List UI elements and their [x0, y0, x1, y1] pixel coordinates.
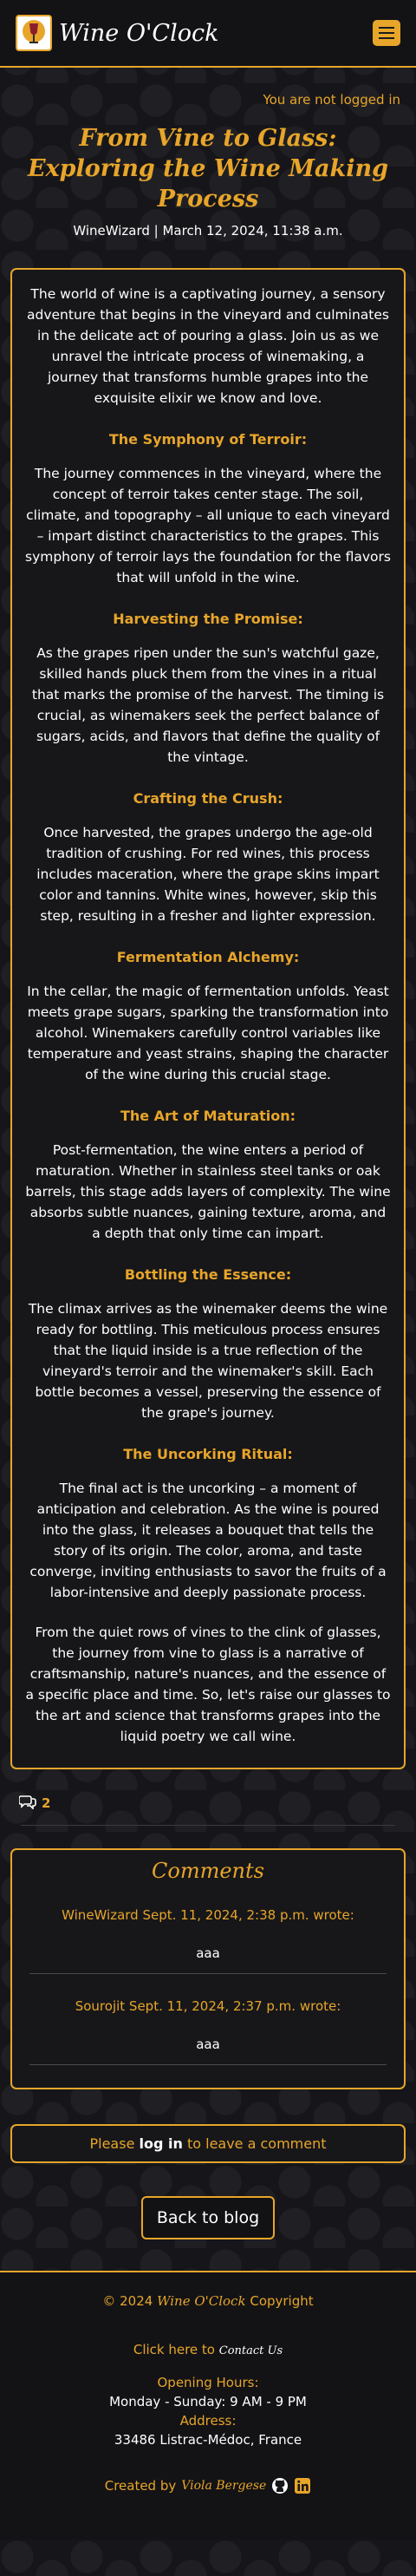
section-heading: The Uncorking Ritual: [123, 1446, 293, 1462]
copyright-brand: Wine O'Clock [157, 2293, 246, 2309]
brand-name: Wine O'Clock [59, 19, 219, 47]
comment-item: Sourojit Sept. 11, 2024, 2:37 p.m. wrote… [29, 1998, 387, 2065]
section-heading: Crafting the Crush: [133, 790, 283, 807]
copyright-label: Copyright [250, 2293, 314, 2309]
section-heading: The Art of Maturation: [120, 1108, 296, 1124]
login-status: You are not logged in [263, 92, 400, 108]
address-label: Address: [179, 2413, 237, 2429]
brand-link[interactable]: Wine O'Clock [16, 15, 218, 51]
footer: © 2024 Wine O'Clock Copyright Click here… [0, 2271, 416, 2540]
copyright-year: © 2024 [102, 2293, 153, 2309]
comment-body: aaa [196, 1945, 220, 1961]
comment-body: aaa [196, 2037, 220, 2052]
credits: Created by Viola Bergese [0, 2477, 416, 2494]
login-prompt-before: Please [89, 2135, 135, 2152]
contact-link[interactable]: Contact Us [219, 2344, 283, 2357]
post-title: From Vine to Glass: Exploring the Wine M… [27, 125, 389, 212]
contact-line: Click here to Contact Us [0, 2342, 416, 2357]
section-text: The final act is the uncorking – a momen… [29, 1481, 387, 1600]
section-text: Once harvested, the grapes undergo the a… [36, 825, 380, 924]
comment-author-line: WineWizard Sept. 11, 2024, 2:38 p.m. wro… [62, 1907, 354, 1923]
section-text: In the cellar, the magic of fermentation… [27, 984, 389, 1082]
hours-label: Opening Hours: [157, 2375, 259, 2390]
post-meta: WineWizard | March 12, 2024, 11:38 a.m. [73, 223, 343, 239]
contact-prefix: Click here to [133, 2342, 215, 2357]
login-prompt-after: to leave a comment [186, 2135, 327, 2152]
comment-item: WineWizard Sept. 11, 2024, 2:38 p.m. wro… [29, 1907, 387, 1974]
section-heading: Harvesting the Promise: [113, 611, 303, 627]
article-body: The world of wine is a captivating journ… [10, 268, 406, 1769]
back-to-blog-button[interactable]: Back to blog [140, 2196, 276, 2239]
address-value: 33486 Listrac-Médoc, France [114, 2432, 302, 2448]
section-text: As the grapes ripen under the sun's watc… [31, 645, 385, 765]
comment-author-line: Sourojit Sept. 11, 2024, 2:37 p.m. wrote… [75, 1998, 341, 2014]
top-navbar: Wine O'Clock [0, 0, 416, 68]
divider [21, 1825, 395, 1826]
section-heading: Fermentation Alchemy: [116, 949, 300, 965]
comments-icon [18, 1794, 36, 1813]
wine-glass-icon [16, 15, 52, 51]
copyright: © 2024 Wine O'Clock Copyright [0, 2293, 416, 2309]
comment-count[interactable]: 2 [18, 1794, 416, 1813]
section-text: The climax arrives as the winemaker deem… [28, 1301, 388, 1421]
github-icon[interactable] [271, 2477, 289, 2494]
login-link[interactable]: log in [140, 2135, 183, 2152]
comments-title: Comments [152, 1859, 264, 1883]
section-text: The journey commences in the vineyard, w… [25, 466, 391, 585]
hours-value: Monday - Sunday: 9 AM - 9 PM [109, 2394, 307, 2409]
comment-count-value: 2 [42, 1795, 51, 1811]
hamburger-icon[interactable] [373, 20, 400, 46]
linkedin-icon[interactable] [294, 2477, 311, 2494]
section-heading: Bottling the Essence: [124, 1266, 292, 1283]
article-intro: The world of wine is a captivating journ… [27, 286, 389, 406]
comments-panel: Comments WineWizard Sept. 11, 2024, 2:38… [10, 1848, 406, 2089]
section-heading: The Symphony of Terroir: [108, 431, 308, 448]
credits-prefix: Created by [104, 2478, 177, 2494]
section-text: Post-fermentation, the wine enters a per… [25, 1142, 391, 1241]
article-outro: From the quiet rows of vines to the clin… [25, 1625, 391, 1744]
credits-name: Viola Bergese [181, 2479, 267, 2493]
login-prompt: Please log in to leave a comment [10, 2124, 406, 2163]
